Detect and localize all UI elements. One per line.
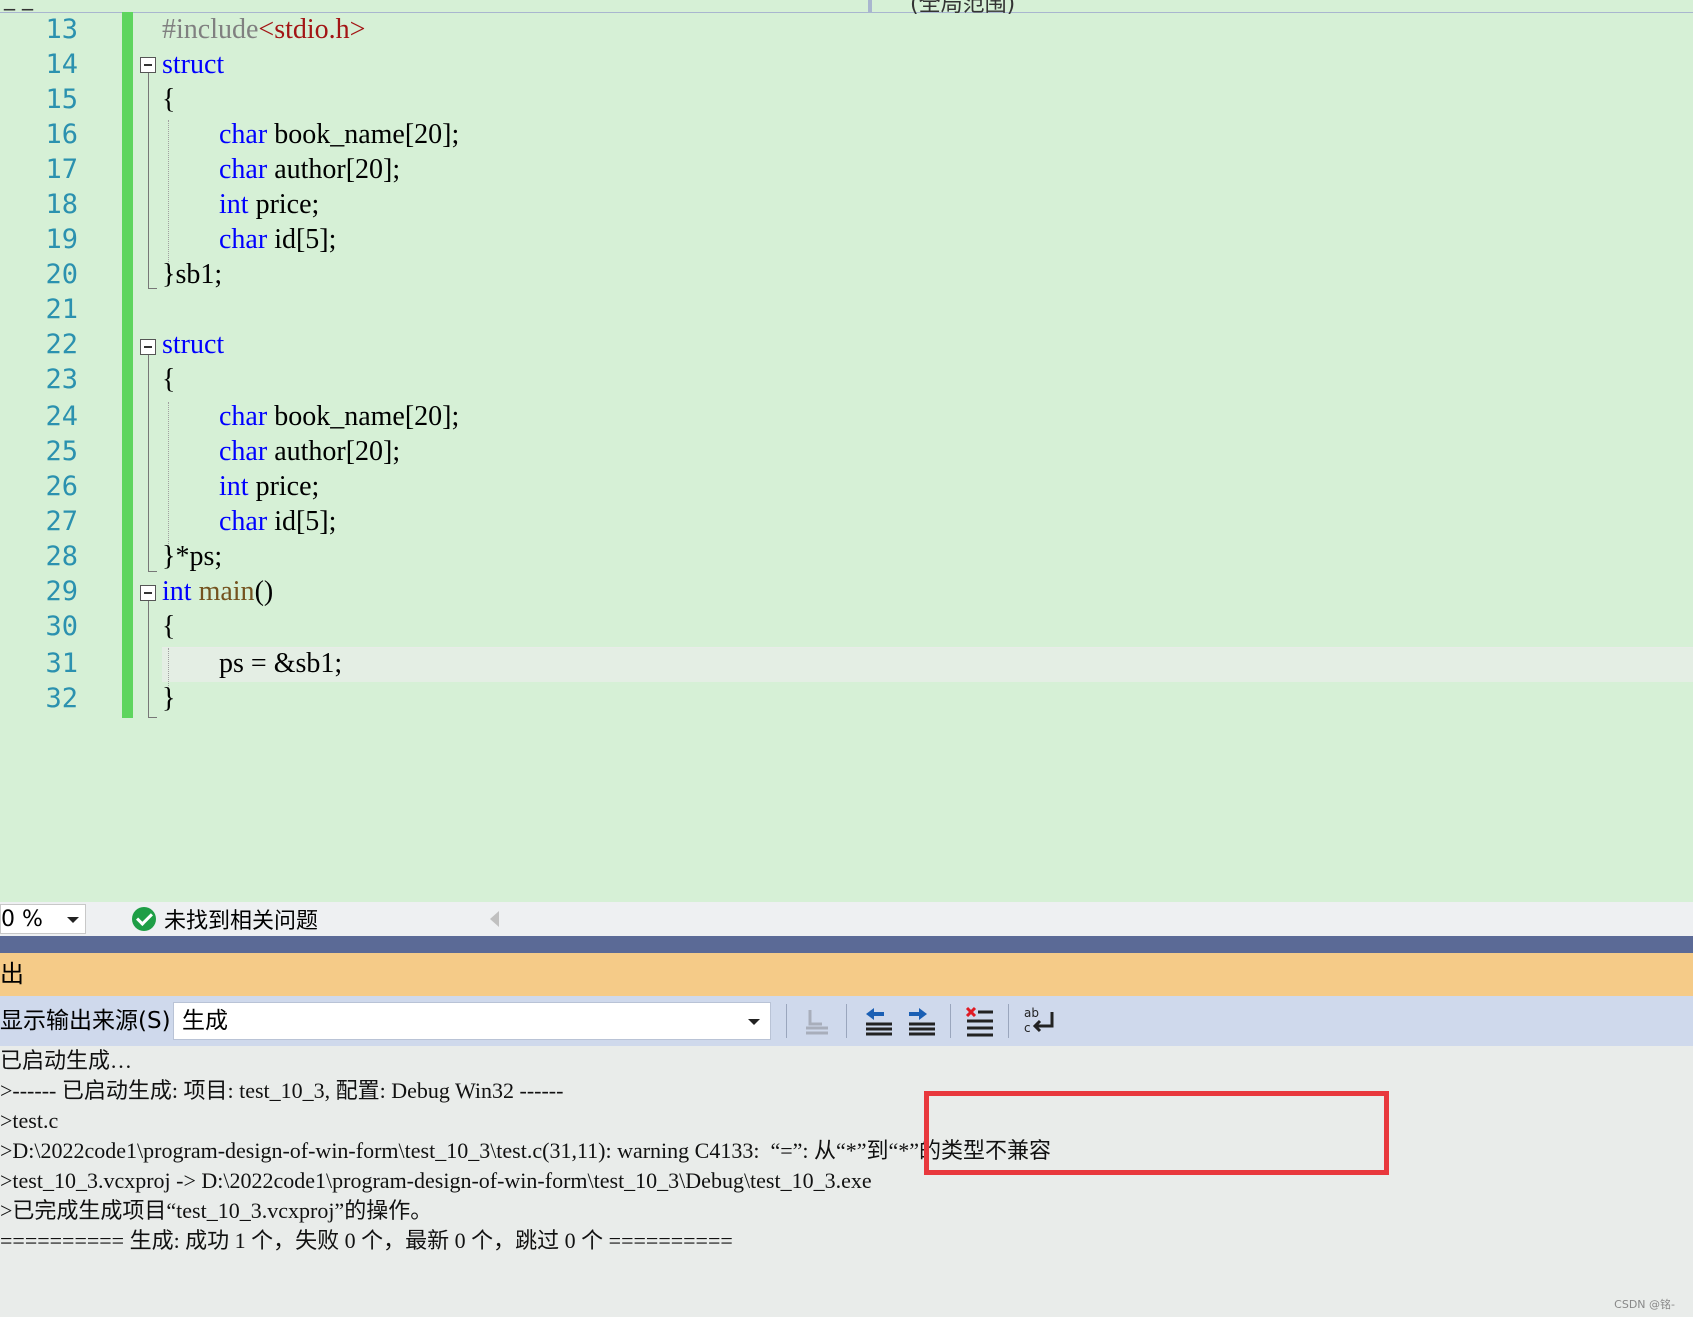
- code-line-24[interactable]: char book_name[20];: [219, 399, 459, 434]
- zoom-value: 0 %: [1, 907, 43, 932]
- code-line-14[interactable]: struct: [162, 47, 224, 82]
- output-line: 已启动生成…: [0, 1048, 133, 1073]
- code-line-25[interactable]: char author[20];: [219, 434, 400, 469]
- svg-text:c: c: [1024, 1021, 1031, 1035]
- output-panel-header: 出: [0, 953, 1693, 996]
- code-line-29[interactable]: int main(): [162, 574, 273, 609]
- prev-message-icon: [866, 1008, 892, 1036]
- panel-splitter[interactable]: [0, 936, 1693, 953]
- previous-message-button[interactable]: [862, 1004, 896, 1038]
- code-line-17[interactable]: char author[20];: [219, 152, 400, 187]
- highlight-annotation-box: [924, 1091, 1389, 1175]
- output-source-value: 生成: [182, 1008, 228, 1034]
- output-line: >------ 已启动生成: 项目: test_10_3, 配置: Debug …: [0, 1078, 564, 1103]
- output-line-warning: >D:\2022code1\program-design-of-win-form…: [0, 1138, 1052, 1163]
- output-source-dropdown[interactable]: 生成: [173, 1002, 771, 1040]
- go-to-location-icon: [806, 1010, 828, 1035]
- code-lines: #include<stdio.h> struct { char book_nam…: [0, 0, 1693, 902]
- code-line-23[interactable]: {: [162, 362, 175, 397]
- toolbar-separator: [786, 1004, 787, 1038]
- word-wrap-button[interactable]: ab c: [1022, 1004, 1056, 1038]
- code-line-31[interactable]: ps = &sb1;: [219, 646, 342, 681]
- code-line-26[interactable]: int price;: [219, 469, 319, 504]
- svg-text:ab: ab: [1024, 1006, 1039, 1020]
- code-line-32[interactable]: }: [162, 681, 175, 716]
- output-toolbar: 显示输出来源(S): 生成 ab c: [0, 996, 1693, 1046]
- next-message-icon: [909, 1008, 935, 1036]
- chevron-down-icon[interactable]: [748, 1019, 760, 1025]
- code-line-30[interactable]: {: [162, 609, 175, 644]
- output-line: >已完成生成项目“test_10_3.vcxproj”的操作。: [0, 1198, 433, 1223]
- issues-label: 未找到相关问题: [164, 909, 319, 934]
- output-source-label: 显示输出来源(S):: [0, 1008, 179, 1034]
- chevron-down-icon[interactable]: [67, 917, 79, 923]
- toolbar-separator: [1008, 1004, 1009, 1038]
- toolbar-separator: [950, 1004, 951, 1038]
- word-wrap-icon: ab c: [1024, 1006, 1054, 1035]
- output-line: >test_10_3.vcxproj -> D:\2022code1\progr…: [0, 1168, 872, 1193]
- code-line-19[interactable]: char id[5];: [219, 222, 336, 257]
- code-line-27[interactable]: char id[5];: [219, 504, 336, 539]
- code-line-15[interactable]: {: [162, 82, 175, 117]
- next-message-button[interactable]: [905, 1004, 939, 1038]
- code-line-16[interactable]: char book_name[20];: [219, 117, 459, 152]
- output-line: >test.c: [0, 1108, 59, 1133]
- issues-indicator[interactable]: 未找到相关问题: [132, 904, 318, 934]
- output-text-area[interactable]: 已启动生成… >------ 已启动生成: 项目: test_10_3, 配置:…: [0, 1046, 1693, 1317]
- clear-all-icon: [965, 1006, 993, 1037]
- code-line-28[interactable]: }*ps;: [162, 539, 222, 574]
- watermark: CSDN @铭-: [1614, 1298, 1675, 1311]
- code-editor[interactable]: _ _ (全局范围) 13141516171819202122232425262…: [0, 0, 1693, 902]
- zoom-dropdown[interactable]: 0 %: [0, 904, 86, 934]
- output-panel-title: 出: [0, 960, 24, 988]
- code-line-13[interactable]: #include<stdio.h>: [162, 12, 365, 47]
- check-circle-icon: [132, 907, 156, 931]
- go-to-location-button[interactable]: [800, 1004, 834, 1038]
- output-line-summary: ========== 生成: 成功 1 个，失败 0 个，最新 0 个，跳过 0…: [0, 1228, 733, 1253]
- code-line-22[interactable]: struct: [162, 327, 224, 362]
- code-line-18[interactable]: int price;: [219, 187, 319, 222]
- code-line-20[interactable]: }sb1;: [162, 257, 222, 292]
- editor-status-bar: 0 % 未找到相关问题: [0, 902, 1693, 936]
- scroll-left-arrow-icon[interactable]: [490, 911, 499, 927]
- toolbar-separator: [846, 1004, 847, 1038]
- clear-all-button[interactable]: [963, 1004, 997, 1038]
